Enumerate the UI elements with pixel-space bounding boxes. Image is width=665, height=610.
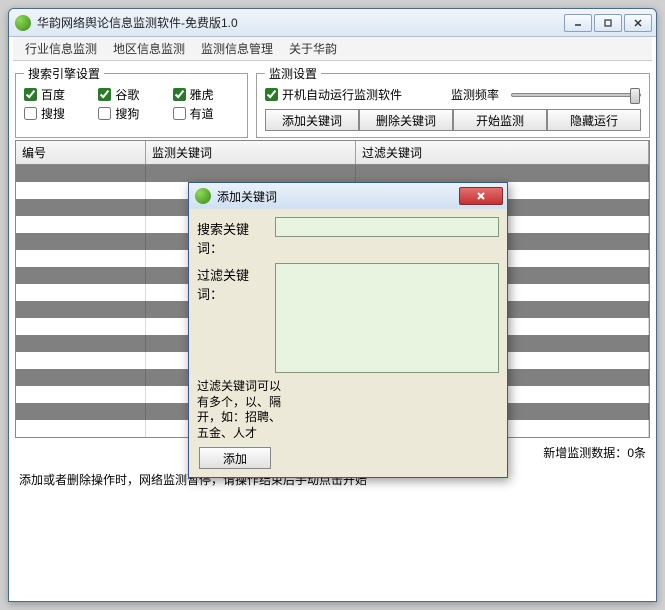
app-icon [15, 15, 31, 31]
titlebar: 华韵网络舆论信息监测软件-免费版1.0 [9, 9, 656, 37]
filter-hint: 过滤关键词可以有多个，以、隔开，如：招聘、五金、人才 [197, 379, 287, 441]
settings-row: 搜索引擎设置 百度 谷歌 雅虎 搜搜 搜狗 有道 监测设置 开机自动运行监测软件… [9, 61, 656, 138]
new-data-label: 新增监测数据： [543, 446, 627, 460]
filter-keyword-label: 过滤关键词： [197, 263, 271, 303]
dialog-body: 搜索关键词： 过滤关键词： 过滤关键词可以有多个，以、隔开，如：招聘、五金、人才… [189, 209, 507, 477]
monitor-legend: 监测设置 [265, 65, 321, 82]
table-row[interactable] [16, 165, 649, 182]
dialog-add-button[interactable]: 添加 [199, 447, 271, 469]
search-keyword-input[interactable] [275, 217, 499, 237]
add-keyword-button[interactable]: 添加关键词 [265, 109, 359, 131]
col-id[interactable]: 编号 [16, 141, 146, 164]
dialog-icon [195, 188, 211, 204]
table-header: 编号 监测关键词 过滤关键词 [16, 141, 649, 165]
minimize-button[interactable] [564, 14, 592, 32]
checkbox-sogou[interactable]: 搜狗 [98, 105, 164, 122]
search-engine-fieldset: 搜索引擎设置 百度 谷歌 雅虎 搜搜 搜狗 有道 [15, 65, 248, 138]
frequency-label: 监测频率 [451, 86, 499, 103]
frequency-slider[interactable] [511, 93, 641, 97]
menu-industry[interactable]: 行业信息监测 [17, 36, 105, 61]
dialog-close-button[interactable] [459, 187, 503, 205]
close-button[interactable] [624, 14, 652, 32]
menubar: 行业信息监测 地区信息监测 监测信息管理 关于华韵 [13, 37, 652, 61]
dialog-title: 添加关键词 [217, 188, 459, 205]
window-title: 华韵网络舆论信息监测软件-免费版1.0 [37, 14, 564, 31]
checkbox-google[interactable]: 谷歌 [98, 86, 164, 103]
search-keyword-label: 搜索关键词： [197, 217, 271, 257]
slider-thumb[interactable] [630, 88, 640, 104]
filter-keyword-textarea[interactable] [275, 263, 499, 373]
maximize-button[interactable] [594, 14, 622, 32]
col-filter-keyword[interactable]: 过滤关键词 [356, 141, 649, 164]
window-controls [564, 14, 652, 32]
delete-keyword-button[interactable]: 删除关键词 [359, 109, 453, 131]
new-data-value: 0条 [627, 446, 646, 460]
col-monitor-keyword[interactable]: 监测关键词 [146, 141, 356, 164]
menu-about[interactable]: 关于华韵 [281, 36, 345, 61]
menu-manage[interactable]: 监测信息管理 [193, 36, 281, 61]
hide-run-button[interactable]: 隐藏运行 [547, 109, 641, 131]
checkbox-soso[interactable]: 搜搜 [24, 105, 90, 122]
checkbox-autostart[interactable]: 开机自动运行监测软件 [265, 86, 402, 103]
start-monitor-button[interactable]: 开始监测 [453, 109, 547, 131]
dialog-titlebar[interactable]: 添加关键词 [189, 183, 507, 209]
add-keyword-dialog: 添加关键词 搜索关键词： 过滤关键词： 过滤关键词可以有多个，以、隔开，如：招聘… [188, 182, 508, 478]
checkbox-baidu[interactable]: 百度 [24, 86, 90, 103]
checkbox-youdao[interactable]: 有道 [173, 105, 239, 122]
checkbox-yahoo[interactable]: 雅虎 [173, 86, 239, 103]
menu-region[interactable]: 地区信息监测 [105, 36, 193, 61]
search-engine-legend: 搜索引擎设置 [24, 65, 104, 82]
monitor-fieldset: 监测设置 开机自动运行监测软件 监测频率 添加关键词 删除关键词 开始监测 隐藏… [256, 65, 650, 138]
